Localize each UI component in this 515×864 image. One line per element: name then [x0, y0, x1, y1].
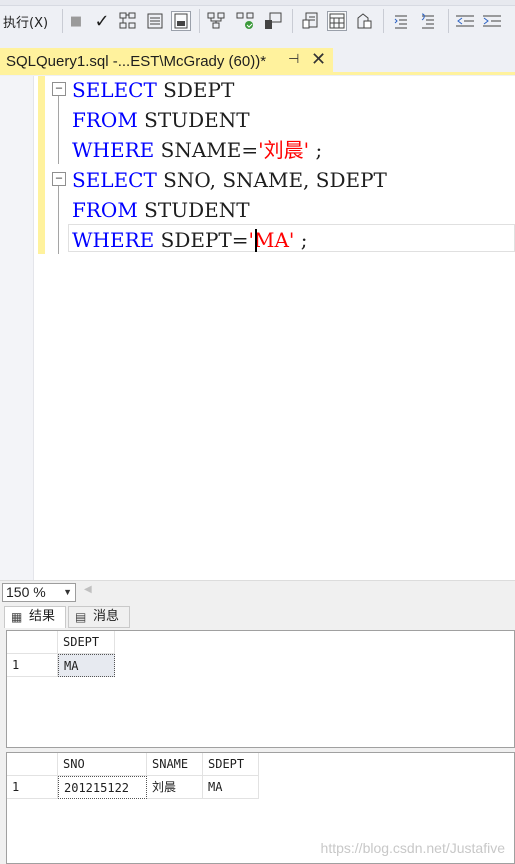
- table-cell[interactable]: 刘晨: [147, 776, 203, 799]
- execute-button[interactable]: 执行(X): [3, 12, 48, 31]
- toolbar-separator: [292, 9, 293, 33]
- uncomment-icon[interactable]: [418, 11, 438, 31]
- tab-messages[interactable]: ▤ 消息: [68, 606, 130, 628]
- query-options-icon[interactable]: [300, 11, 320, 31]
- watermark-text: https://blog.csdn.net/Justafive: [320, 840, 505, 856]
- tab-results[interactable]: ▦ 结果: [4, 606, 66, 628]
- tab-title: SQLQuery1.sql -...EST\McGrady (60))*: [6, 53, 267, 70]
- tab-sqlquery1[interactable]: SQLQuery1.sql -...EST\McGrady (60))* ⊣ ✕: [0, 48, 333, 74]
- code-line-3: WHERE SNAME='刘晨' ;: [72, 138, 323, 162]
- collapse-toggle-icon[interactable]: −: [52, 82, 66, 96]
- row-number[interactable]: 1: [7, 776, 58, 799]
- results-to-grid-icon[interactable]: [171, 11, 191, 31]
- column-header[interactable]: SNO: [58, 753, 147, 776]
- column-header[interactable]: SDEPT: [58, 631, 115, 654]
- code-line-2: FROM STUDENT: [72, 108, 250, 132]
- tab-results-label: 结果: [29, 609, 56, 624]
- text-caret: [255, 229, 257, 252]
- chevron-down-icon: ▼: [63, 587, 72, 597]
- checkmark-icon[interactable]: ✓: [92, 11, 112, 32]
- sql-editor-toolbar: 执行(X) ■ ✓: [0, 0, 515, 44]
- scroll-left-icon[interactable]: ◀: [84, 584, 92, 595]
- zoom-dropdown[interactable]: 150 % ▼: [2, 583, 76, 602]
- results-pane: SDEPT 1 MA SNO SNAME SDEPT 1 201215122 刘…: [0, 628, 515, 864]
- results-tab-strip: ▦ 结果 ▤ 消息: [0, 602, 515, 630]
- stop-icon[interactable]: ■: [66, 11, 86, 31]
- decrease-indent-icon[interactable]: [455, 11, 475, 31]
- row-number[interactable]: 1: [7, 654, 58, 677]
- toolbar-top-strip: [0, 0, 515, 6]
- tab-messages-label: 消息: [93, 609, 120, 624]
- live-stats-icon[interactable]: [235, 11, 255, 31]
- include-client-stats-icon[interactable]: [263, 11, 283, 31]
- increase-indent-icon[interactable]: [482, 11, 502, 31]
- toolbar-separator: [448, 9, 449, 33]
- row-header-corner: [7, 631, 58, 654]
- table-cell[interactable]: MA: [203, 776, 259, 799]
- toolbar-separator: [62, 9, 63, 33]
- column-header[interactable]: SNAME: [147, 753, 203, 776]
- collapse-toggle-icon[interactable]: −: [52, 172, 66, 186]
- results-to-text-icon[interactable]: [145, 11, 165, 31]
- comment-icon[interactable]: [391, 11, 411, 31]
- table-cell-selected[interactable]: MA: [58, 654, 115, 677]
- fold-guide: [58, 186, 59, 254]
- query-editor[interactable]: − − SELECT SDEPT FROM STUDENT WHERE SNAM…: [0, 76, 515, 580]
- zoom-bar: 150 % ▼ ◀: [0, 580, 515, 602]
- code-line-5: FROM STUDENT: [72, 198, 250, 222]
- close-icon[interactable]: ✕: [311, 49, 326, 70]
- toolbar-separator: [199, 9, 200, 33]
- fold-guide: [58, 96, 59, 164]
- parse-icon[interactable]: [118, 11, 138, 31]
- change-tracking-bar: [38, 76, 45, 254]
- column-header[interactable]: SDEPT: [203, 753, 259, 776]
- pin-icon[interactable]: ⊣: [288, 52, 299, 67]
- plan-icon[interactable]: [206, 11, 226, 31]
- code-line-4: SELECT SNO, SNAME, SDEPT: [72, 168, 387, 192]
- toolbar-separator: [383, 9, 384, 33]
- code-line-6: WHERE SDEPT='MA' ;: [72, 228, 308, 252]
- zoom-value: 150 %: [6, 584, 46, 600]
- result-grid-1[interactable]: SDEPT 1 MA: [6, 630, 515, 748]
- document-tab-strip: SQLQuery1.sql -...EST\McGrady (60))* ⊣ ✕: [0, 44, 515, 76]
- display-plan-icon[interactable]: [327, 11, 347, 31]
- line-gutter: [0, 76, 34, 580]
- horizontal-scrollbar[interactable]: [98, 585, 515, 599]
- grid-icon: ▦: [11, 610, 23, 624]
- sqlcmd-mode-icon[interactable]: [354, 11, 374, 31]
- code-line-1: SELECT SDEPT: [72, 78, 235, 102]
- message-icon: ▤: [75, 610, 87, 624]
- row-header-corner: [7, 753, 58, 776]
- table-cell-selected[interactable]: 201215122: [58, 776, 147, 799]
